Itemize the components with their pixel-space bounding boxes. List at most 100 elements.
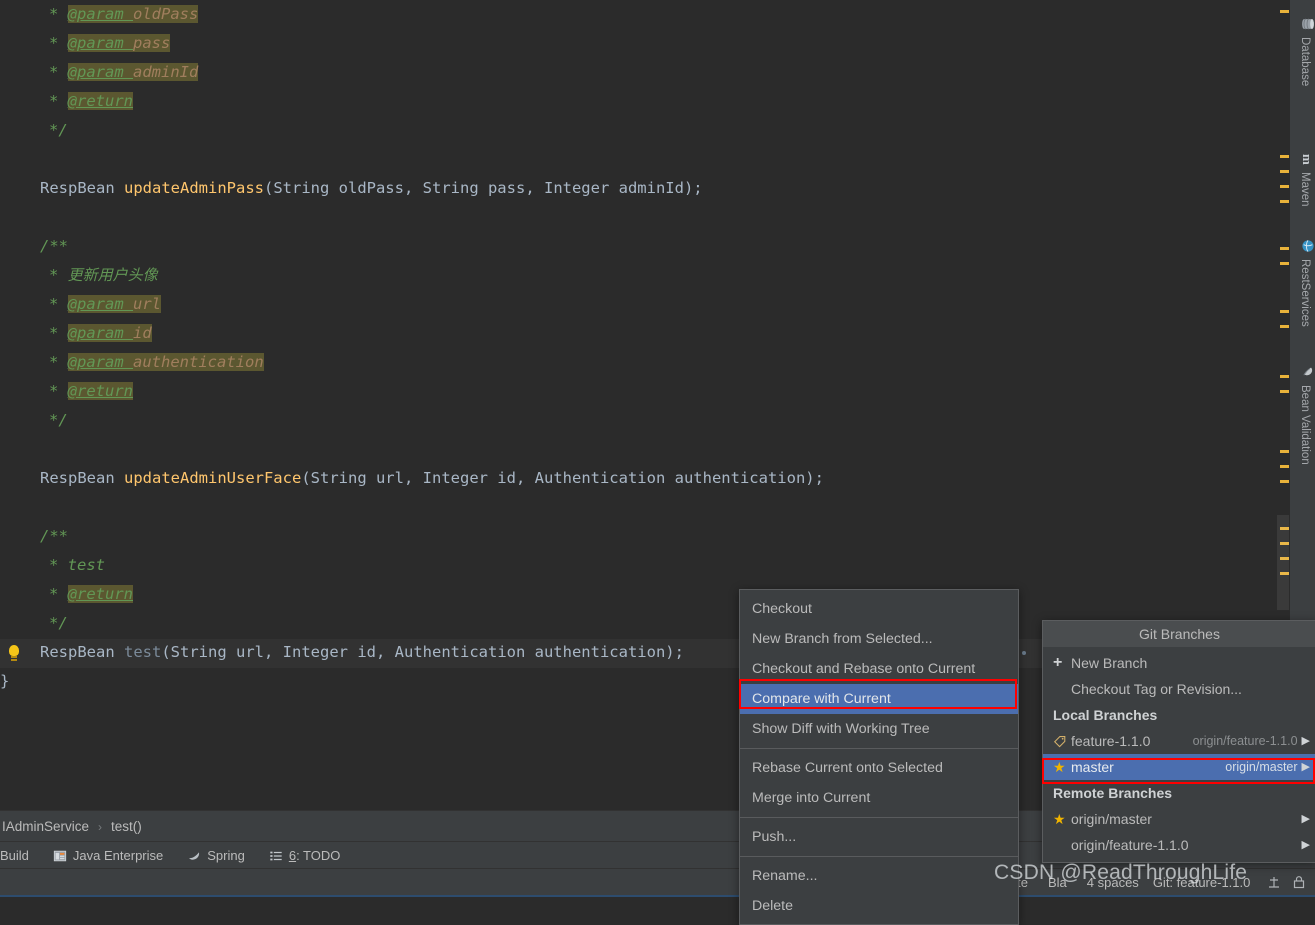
code-token: * [49, 63, 68, 81]
code-token: /** [40, 237, 68, 255]
code-token: Authentication authentication [394, 643, 666, 661]
code-token: Integer id [282, 643, 376, 661]
code-token: String url [170, 643, 264, 661]
code-token: RespBean [40, 179, 124, 197]
code-token: test [67, 556, 105, 574]
code-line: * @return [0, 377, 824, 406]
tool-button-label: 6: TODO [288, 848, 341, 863]
code-token: @return [67, 92, 133, 110]
status-icons-group[interactable] [1256, 875, 1315, 890]
git-remote-branch-item[interactable]: ★ origin/master ▶ [1043, 806, 1315, 832]
tool-button-maven[interactable]: m Maven [1290, 142, 1315, 217]
breadcrumb-separator: › [98, 819, 103, 834]
code-line: * @param id [0, 319, 824, 348]
breadcrumb-item-method[interactable]: test() [109, 819, 144, 834]
code-token: test [124, 643, 162, 661]
code-token: String url [310, 469, 404, 487]
context-menu-item[interactable]: Checkout [740, 594, 1018, 624]
code-line: */ [0, 116, 824, 145]
context-menu-item[interactable]: Show Diff with Working Tree [740, 714, 1018, 744]
context-menu-item[interactable]: Merge into Current [740, 783, 1018, 813]
tool-button-rest-services[interactable]: RestServices [1290, 228, 1315, 338]
code-line: * @param adminId [0, 58, 824, 87]
source-code[interactable]: * @param oldPass * @param pass * @param ad… [0, 0, 824, 696]
code-token: updateAdminUserFace [124, 469, 302, 487]
code-token: ); [683, 179, 703, 197]
status-indent[interactable]: 4 spaces [1077, 875, 1143, 890]
star-icon: ★ [1053, 759, 1066, 775]
code-token: @return [67, 585, 133, 603]
branch-context-menu[interactable]: Checkout New Branch from Selected... Check… [739, 589, 1019, 925]
tool-button-database[interactable]: Database [1290, 4, 1315, 100]
tool-button-build[interactable]: Build [0, 842, 41, 869]
code-token: url [133, 295, 161, 313]
code-token: /** [40, 527, 68, 545]
context-menu-item[interactable]: Checkout and Rebase onto Current [740, 654, 1018, 684]
context-menu-item[interactable]: Compare with Current [740, 684, 1018, 714]
git-local-branch-item[interactable]: ★ master origin/master ▶ [1043, 754, 1315, 780]
tool-button-label: Spring [207, 848, 245, 863]
tool-button-label: Build [0, 848, 29, 863]
code-line: RespBean updateAdminPass(String oldPass,… [0, 174, 824, 203]
code-token: , [403, 179, 423, 197]
context-menu-item[interactable]: New Branch from Selected... [740, 624, 1018, 654]
tool-button-label: Java Enterprise [72, 848, 164, 863]
menu-separator [740, 748, 1018, 749]
chevron-right-icon[interactable]: ▶ [1302, 728, 1315, 754]
context-menu-item[interactable]: Delete [740, 891, 1018, 921]
code-token: RespBean [40, 643, 124, 661]
code-line: /** [0, 232, 824, 261]
code-token: ); [805, 469, 824, 487]
lock-icon [1293, 876, 1305, 889]
tool-button-todo[interactable]: 6: TODO [257, 842, 353, 869]
code-token: Integer id [422, 469, 516, 487]
code-token: @param [67, 63, 133, 81]
code-line: */ [0, 609, 824, 638]
code-token: pass [133, 34, 171, 52]
code-token: , [515, 469, 535, 487]
code-token: 更新用户头像 [67, 266, 158, 284]
status-git-branch[interactable]: Git: feature-1.1.0 [1143, 875, 1257, 890]
code-token: @param [67, 324, 133, 342]
tool-button-label: Database [1298, 37, 1311, 87]
code-token: oldPass [133, 5, 199, 23]
git-branches-popup[interactable]: Git Branches + New Branch Checkout Tag o… [1042, 620, 1315, 863]
star-icon: ★ [1053, 811, 1066, 827]
git-remote-branch-item[interactable]: origin/feature-1.1.0 ▶ [1043, 832, 1315, 858]
code-token: updateAdminPass [124, 179, 264, 197]
context-menu-item[interactable]: Rebase Current onto Selected [740, 753, 1018, 783]
code-line: * test [0, 551, 824, 580]
context-menu-item[interactable]: Rename... [740, 861, 1018, 891]
status-blame[interactable]: Bla [1038, 875, 1077, 890]
code-token: * [49, 382, 68, 400]
chevron-right-icon[interactable]: ▶ [1302, 832, 1315, 858]
tool-button-spring[interactable]: Spring [175, 842, 257, 869]
code-line: * @return [0, 580, 824, 609]
tool-button-bean-validation[interactable]: Bean Validation [1290, 352, 1315, 478]
code-token: adminId [133, 63, 199, 81]
code-token: , [376, 643, 395, 661]
bean-validation-icon [1303, 367, 1313, 376]
chevron-right-icon[interactable]: ▶ [1302, 754, 1315, 780]
git-branches-title: Git Branches [1043, 621, 1315, 647]
git-checkout-tag-action[interactable]: Checkout Tag or Revision... [1043, 676, 1315, 702]
breadcrumb-item-class[interactable]: IAdminService [0, 819, 91, 834]
git-local-branches-header: Local Branches [1053, 707, 1158, 723]
context-menu-item[interactable]: Push... [740, 822, 1018, 852]
code-line: * 更新用户头像 [0, 261, 824, 290]
tool-button-java-enterprise[interactable]: Java Enterprise [41, 842, 175, 869]
menu-separator [740, 817, 1018, 818]
chevron-right-icon[interactable]: ▶ [1302, 806, 1315, 832]
code-token: ( [161, 643, 171, 661]
code-token: , [264, 643, 283, 661]
branch-name: origin/feature-1.1.0 [1071, 837, 1189, 853]
git-new-branch-action[interactable]: + New Branch [1043, 650, 1315, 676]
ide-window: * @param oldPass * @param pass * @param ad… [0, 0, 1315, 925]
git-local-branch-item[interactable]: feature-1.1.0 origin/feature-1.1.0 ▶ [1043, 728, 1315, 754]
tool-button-label: Maven [1298, 172, 1311, 207]
hector-inspection-icon [1269, 877, 1280, 888]
code-token: id [133, 324, 152, 342]
code-token: ); [665, 643, 684, 661]
